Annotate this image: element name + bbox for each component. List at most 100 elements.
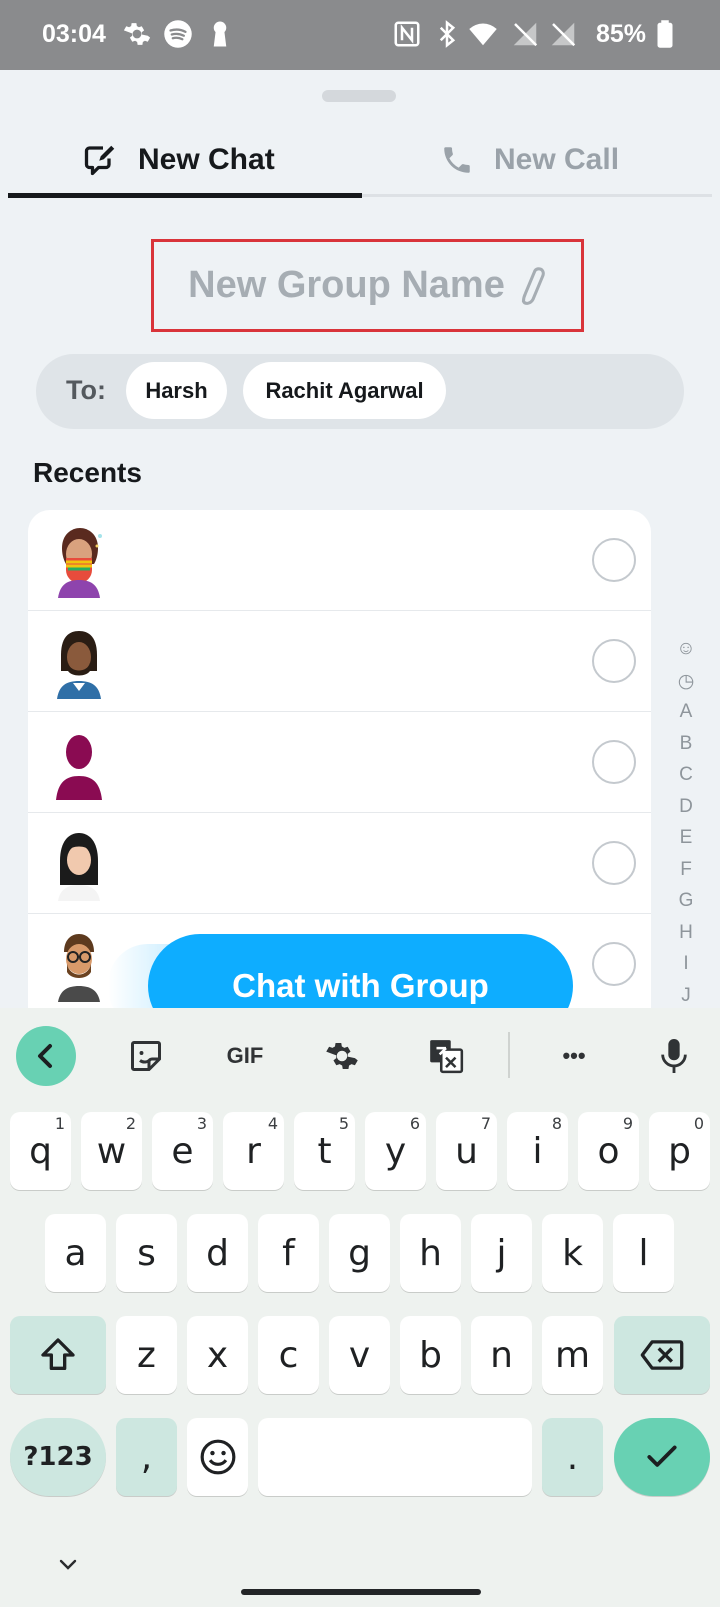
voice-input-button[interactable] — [654, 1036, 694, 1076]
key-k[interactable]: k — [542, 1214, 603, 1292]
select-radio[interactable] — [592, 841, 636, 885]
nfc-icon — [394, 21, 420, 47]
symbols-key[interactable]: ?123 — [10, 1418, 106, 1496]
battery-percent: 85% — [596, 20, 647, 48]
index-letter[interactable]: A — [668, 701, 704, 733]
key-r[interactable]: r4 — [223, 1112, 284, 1190]
tab-new-call[interactable]: New Call — [440, 120, 619, 200]
index-letter[interactable]: B — [668, 733, 704, 765]
emoji-icon — [200, 1439, 235, 1475]
no-signal-icon-2 — [551, 22, 576, 47]
key-i[interactable]: i8 — [507, 1112, 568, 1190]
key-a[interactable]: a — [45, 1214, 106, 1292]
key-t[interactable]: t5 — [294, 1112, 355, 1190]
backspace-icon — [640, 1340, 684, 1370]
keyboard-back-button[interactable] — [16, 1026, 76, 1086]
list-item[interactable] — [28, 712, 651, 813]
select-radio[interactable] — [592, 639, 636, 683]
default-avatar-silhouette — [56, 735, 102, 800]
toolbar-divider — [508, 1032, 510, 1078]
sticker-button[interactable] — [126, 1036, 166, 1076]
key-g[interactable]: g — [329, 1214, 390, 1292]
key-j[interactable]: j — [471, 1214, 532, 1292]
bitmoji-avatar — [58, 528, 102, 598]
keyboard-settings-button[interactable] — [322, 1036, 362, 1076]
phone-icon — [444, 147, 470, 173]
tab-new-chat[interactable]: New Chat — [82, 120, 275, 200]
sheet-drag-handle[interactable] — [322, 90, 396, 102]
comma-key[interactable]: , — [116, 1418, 177, 1496]
recipient-chip-rachit[interactable]: Rachit Agarwal — [243, 362, 446, 419]
key-b[interactable]: b — [400, 1316, 461, 1394]
key-e[interactable]: e3 — [152, 1112, 213, 1190]
new-chat-icon — [84, 145, 115, 176]
key-v[interactable]: v — [329, 1316, 390, 1394]
index-letter[interactable]: G — [668, 890, 704, 922]
index-letter[interactable]: F — [668, 859, 704, 891]
shift-key[interactable] — [10, 1316, 106, 1394]
gear-icon — [326, 1042, 358, 1070]
translate-icon — [430, 1040, 464, 1074]
key-y[interactable]: y6 — [365, 1112, 426, 1190]
period-key[interactable]: . — [542, 1418, 603, 1496]
key-l[interactable]: l — [613, 1214, 674, 1292]
key-hint: 2 — [125, 1114, 136, 1133]
key-label: w — [96, 1130, 127, 1172]
status-time: 03:04 — [42, 20, 106, 48]
key-h[interactable]: h — [400, 1214, 461, 1292]
index-letter[interactable]: C — [668, 764, 704, 796]
recipients-field[interactable]: To: Harsh Rachit Agarwal — [36, 354, 684, 429]
gesture-nav-bar[interactable] — [241, 1589, 481, 1595]
key-u[interactable]: u7 — [436, 1112, 497, 1190]
index-letter[interactable]: D — [668, 796, 704, 828]
bitmoji-avatar — [57, 631, 101, 699]
keyboard: GIF ••• q1 w2 e3 r4 t5 y6 u7 i8 o9 p0 a … — [0, 1008, 720, 1607]
more-options-button[interactable]: ••• — [552, 1036, 596, 1076]
key-m[interactable]: m — [542, 1316, 603, 1394]
select-radio[interactable] — [592, 942, 636, 986]
key-p[interactable]: p0 — [649, 1112, 710, 1190]
index-letter[interactable]: I — [668, 953, 704, 985]
group-name-placeholder: New Group Name — [188, 264, 505, 306]
index-letter[interactable]: E — [668, 827, 704, 859]
list-item[interactable] — [28, 611, 651, 712]
index-emoji[interactable]: ☺ — [668, 638, 704, 670]
key-x[interactable]: x — [187, 1316, 248, 1394]
translate-button[interactable] — [426, 1036, 466, 1076]
key-w[interactable]: w2 — [81, 1112, 142, 1190]
index-recent[interactable]: ◷ — [668, 670, 704, 702]
key-q[interactable]: q1 — [10, 1112, 71, 1190]
gif-button[interactable]: GIF — [222, 1036, 268, 1076]
list-item[interactable] — [28, 510, 651, 611]
select-radio[interactable] — [592, 538, 636, 582]
shift-icon — [41, 1338, 75, 1370]
key-f[interactable]: f — [258, 1214, 319, 1292]
bluetooth-icon — [439, 20, 456, 48]
key-label: t — [317, 1130, 332, 1172]
key-z[interactable]: z — [116, 1316, 177, 1394]
active-tab-indicator — [8, 193, 362, 198]
group-name-field[interactable]: New Group Name — [151, 239, 584, 332]
index-letter[interactable]: H — [668, 922, 704, 954]
tab-new-chat-label: New Chat — [138, 143, 275, 176]
key-s[interactable]: s — [116, 1214, 177, 1292]
battery-icon — [657, 20, 673, 48]
checkmark-icon — [647, 1445, 677, 1467]
enter-key[interactable] — [614, 1418, 710, 1496]
new-chat-sheet: New Chat New Call New Group Name To: Har… — [0, 70, 720, 1069]
key-n[interactable]: n — [471, 1316, 532, 1394]
key-label: r — [246, 1130, 261, 1172]
space-bar[interactable] — [258, 1418, 532, 1496]
key-d[interactable]: d — [187, 1214, 248, 1292]
key-c[interactable]: c — [258, 1316, 319, 1394]
key-label: e — [171, 1130, 194, 1172]
select-radio[interactable] — [592, 740, 636, 784]
backspace-key[interactable] — [614, 1316, 710, 1394]
hide-keyboard-icon[interactable] — [56, 1553, 80, 1577]
recents-title: Recents — [33, 457, 142, 488]
emoji-key[interactable] — [187, 1418, 248, 1496]
key-hint: 3 — [196, 1114, 207, 1133]
key-o[interactable]: o9 — [578, 1112, 639, 1190]
recipient-chip-harsh[interactable]: Harsh — [126, 362, 227, 419]
list-item[interactable] — [28, 813, 651, 914]
